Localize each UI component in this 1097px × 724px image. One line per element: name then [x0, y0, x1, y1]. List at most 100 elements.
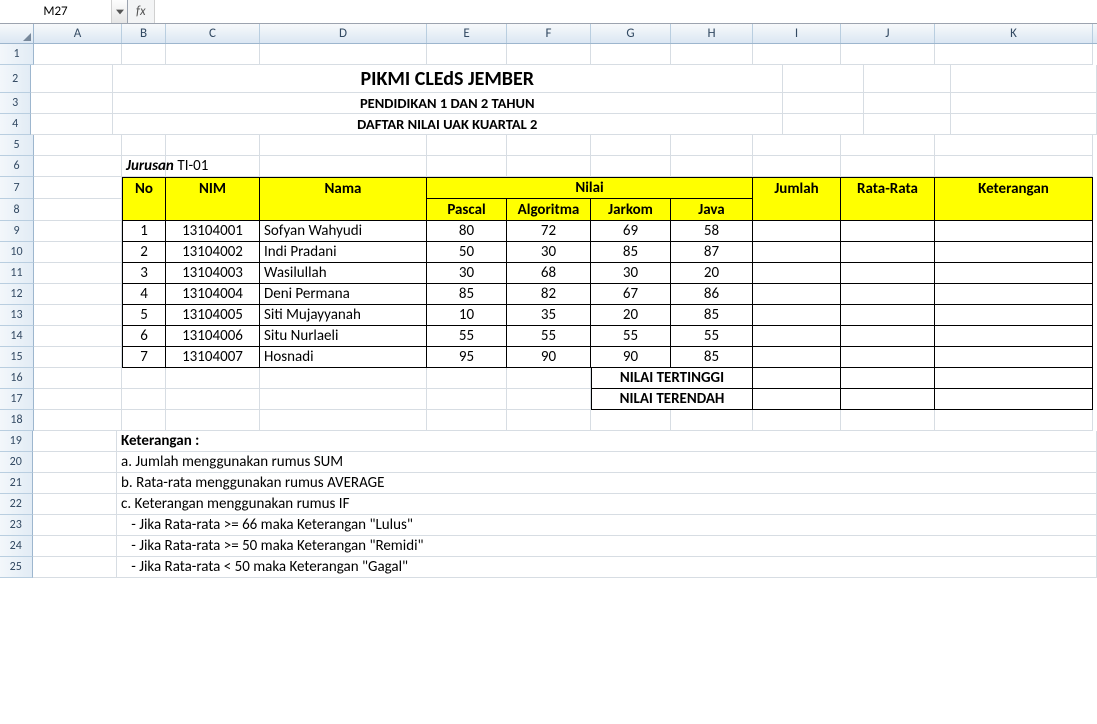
cell[interactable] — [34, 410, 122, 431]
td-nama[interactable]: Siti Mujayyanah — [260, 305, 427, 326]
td-jumlah[interactable] — [753, 284, 841, 305]
th-jumlah[interactable]: Jumlah — [753, 177, 841, 199]
cell[interactable] — [34, 177, 122, 199]
td-no[interactable]: 1 — [122, 221, 166, 242]
row-header[interactable]: 22 — [0, 494, 33, 515]
col-header[interactable]: B — [122, 24, 166, 43]
td-no[interactable]: 3 — [122, 263, 166, 284]
col-header[interactable]: E — [427, 24, 507, 43]
cell[interactable] — [753, 368, 841, 389]
note-line[interactable]: - Jika Rata-rata >= 50 maka Keterangan "… — [117, 536, 1097, 557]
th-java[interactable]: Java — [671, 199, 753, 221]
cell[interactable] — [935, 389, 1093, 410]
td-rata[interactable] — [841, 242, 935, 263]
cell[interactable] — [34, 326, 122, 347]
cell[interactable] — [34, 199, 122, 221]
cell[interactable] — [34, 221, 122, 242]
title-sub2[interactable]: DAFTAR NILAI UAK KUARTAL 2 — [113, 114, 783, 135]
cell[interactable] — [753, 135, 841, 156]
cell[interactable] — [34, 284, 122, 305]
row-header[interactable]: 23 — [0, 515, 33, 536]
cell[interactable] — [31, 65, 113, 93]
fx-icon[interactable]: fx — [132, 4, 150, 19]
cell[interactable] — [33, 494, 118, 515]
cell[interactable] — [935, 368, 1093, 389]
cell[interactable] — [783, 65, 865, 93]
td-no[interactable]: 6 — [122, 326, 166, 347]
td-nim[interactable]: 13104001 — [166, 221, 260, 242]
title-main[interactable]: PIKMI CLEdS JEMBER — [113, 65, 783, 93]
td-no[interactable]: 7 — [122, 347, 166, 368]
td-rata[interactable] — [841, 221, 935, 242]
cell[interactable] — [951, 65, 1097, 93]
note-line[interactable]: b. Rata-rata menggunakan rumus AVERAGE — [117, 473, 1097, 494]
cell[interactable] — [591, 410, 671, 431]
td-rata[interactable] — [841, 263, 935, 284]
row-header[interactable]: 19 — [0, 431, 33, 452]
th-ket[interactable]: Keterangan — [935, 177, 1093, 199]
cell[interactable] — [34, 242, 122, 263]
cell[interactable] — [753, 410, 841, 431]
cell[interactable] — [166, 410, 260, 431]
td-nama[interactable]: Wasilullah — [260, 263, 427, 284]
col-header[interactable]: G — [591, 24, 671, 43]
td-algoritma[interactable]: 35 — [507, 305, 591, 326]
cell[interactable] — [841, 368, 935, 389]
jurusan-value[interactable]: : TI-01 — [166, 156, 260, 177]
cell[interactable] — [122, 199, 166, 221]
cell[interactable] — [841, 199, 935, 221]
cell[interactable] — [34, 389, 122, 410]
cell[interactable] — [864, 65, 951, 93]
cell[interactable] — [122, 389, 166, 410]
td-nim[interactable]: 13104004 — [166, 284, 260, 305]
th-jarkom[interactable]: Jarkom — [591, 199, 671, 221]
cell[interactable] — [507, 44, 591, 65]
td-java[interactable]: 55 — [671, 326, 753, 347]
cell[interactable] — [427, 368, 507, 389]
td-rata[interactable] — [841, 347, 935, 368]
cell[interactable] — [753, 389, 841, 410]
td-pascal[interactable]: 10 — [427, 305, 507, 326]
note-line[interactable]: - Jika Rata-rata >= 66 maka Keterangan "… — [117, 515, 1097, 536]
th-pascal[interactable]: Pascal — [427, 199, 507, 221]
row-header[interactable]: 1 — [0, 44, 34, 65]
col-header[interactable]: C — [166, 24, 260, 43]
spreadsheet-grid[interactable]: 1 2PIKMI CLEdS JEMBER 3PENDIDIKAN 1 DAN … — [0, 44, 1097, 578]
td-nim[interactable]: 13104005 — [166, 305, 260, 326]
cell[interactable] — [783, 93, 865, 114]
td-pascal[interactable]: 80 — [427, 221, 507, 242]
row-header[interactable]: 6 — [0, 156, 34, 177]
cell[interactable] — [951, 114, 1097, 135]
cell[interactable] — [33, 515, 118, 536]
th-nama[interactable]: Nama — [260, 177, 427, 199]
cell[interactable] — [783, 114, 865, 135]
label-max[interactable]: NILAI TERTINGGI — [591, 368, 753, 389]
cell[interactable] — [260, 368, 427, 389]
note-line[interactable]: - Jika Rata-rata < 50 maka Keterangan "G… — [117, 557, 1097, 578]
cell[interactable] — [34, 135, 122, 156]
col-header[interactable]: A — [34, 24, 122, 43]
col-header[interactable]: D — [260, 24, 427, 43]
td-nama[interactable]: Hosnadi — [260, 347, 427, 368]
td-no[interactable]: 4 — [122, 284, 166, 305]
cell[interactable] — [33, 536, 118, 557]
cell[interactable] — [122, 135, 166, 156]
cell[interactable] — [591, 156, 671, 177]
cell[interactable] — [34, 263, 122, 284]
td-pascal[interactable]: 55 — [427, 326, 507, 347]
cell[interactable] — [671, 410, 753, 431]
row-header[interactable]: 16 — [0, 368, 34, 389]
td-nama[interactable]: Indi Pradani — [260, 242, 427, 263]
cell[interactable] — [34, 347, 122, 368]
td-rata[interactable] — [841, 326, 935, 347]
cell[interactable] — [671, 135, 753, 156]
row-header[interactable]: 20 — [0, 452, 33, 473]
cell[interactable] — [33, 473, 118, 494]
td-ket[interactable] — [935, 242, 1093, 263]
td-jarkom[interactable]: 55 — [591, 326, 671, 347]
td-jarkom[interactable]: 67 — [591, 284, 671, 305]
cell[interactable] — [753, 44, 841, 65]
cell[interactable] — [507, 389, 591, 410]
cell[interactable] — [935, 156, 1093, 177]
td-jumlah[interactable] — [753, 326, 841, 347]
